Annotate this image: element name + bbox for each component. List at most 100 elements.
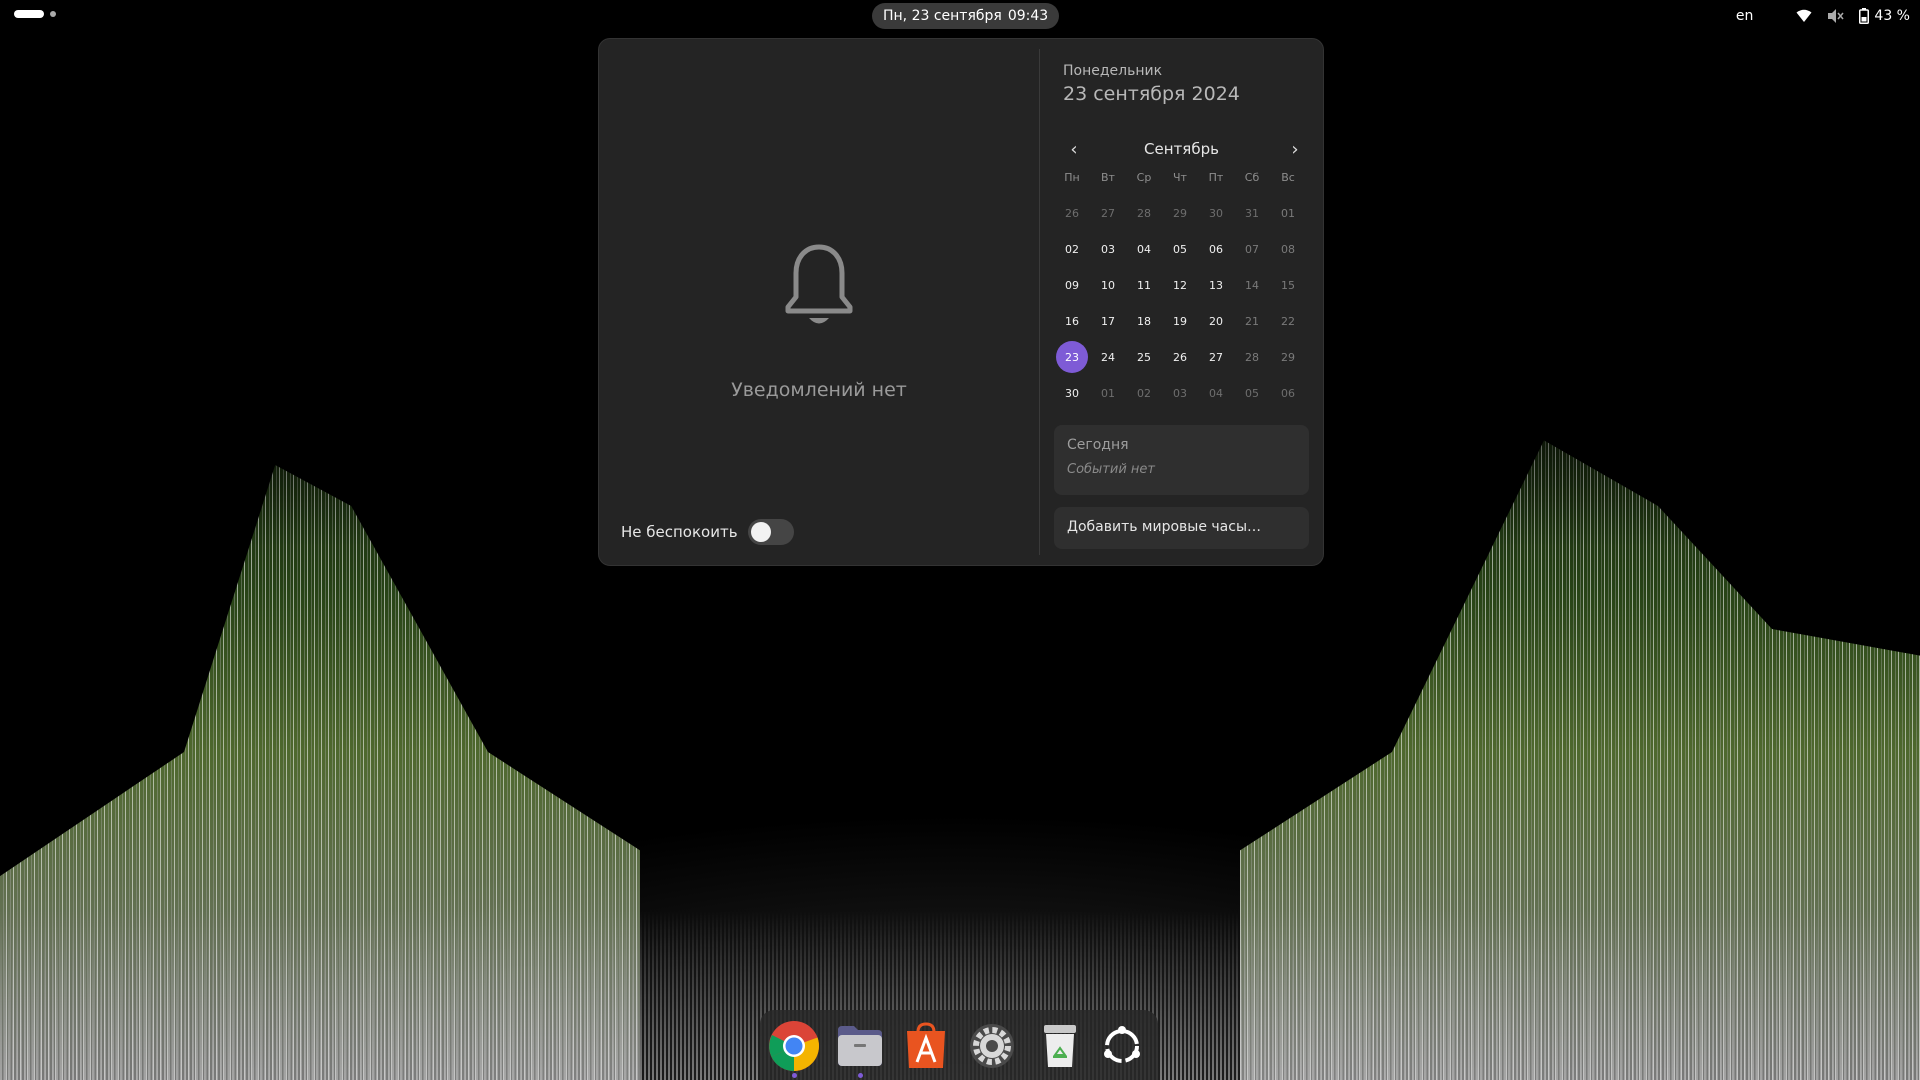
calendar-day-label: 04 — [1137, 242, 1151, 256]
calendar-day[interactable]: 05 — [1162, 231, 1198, 267]
calendar-day-label: 15 — [1281, 278, 1295, 292]
wifi-icon — [1795, 7, 1813, 25]
month-navigation: ‹ Сентябрь › — [1054, 135, 1309, 163]
calendar-day[interactable]: 25 — [1126, 339, 1162, 375]
calendar-day-label: 22 — [1281, 314, 1295, 328]
calendar-day[interactable]: 24 — [1090, 339, 1126, 375]
calendar-day[interactable]: 27 — [1090, 195, 1126, 231]
date-time-button[interactable]: Пн, 23 сентября 09:43 — [872, 3, 1060, 29]
dock — [760, 1010, 1158, 1080]
calendar-day[interactable]: 11 — [1126, 267, 1162, 303]
calendar-day-label: 27 — [1101, 206, 1115, 220]
no-notifications-text: Уведомлений нет — [731, 379, 907, 401]
calendar-day-label: 02 — [1137, 386, 1151, 400]
calendar-day[interactable]: 14 — [1234, 267, 1270, 303]
calendar-day[interactable]: 29 — [1270, 339, 1306, 375]
calendar-day-label: 06 — [1209, 242, 1223, 256]
calendar-day[interactable]: 04 — [1198, 375, 1234, 411]
calendar-day[interactable]: 06 — [1198, 231, 1234, 267]
calendar-day[interactable]: 09 — [1054, 267, 1090, 303]
events-title: Сегодня — [1067, 437, 1129, 453]
calendar-day[interactable]: 18 — [1126, 303, 1162, 339]
calendar-day[interactable]: 02 — [1054, 231, 1090, 267]
calendar-day[interactable]: 22 — [1270, 303, 1306, 339]
calendar-day[interactable]: 15 — [1270, 267, 1306, 303]
chrome-icon — [769, 1021, 819, 1071]
do-not-disturb-toggle[interactable] — [747, 519, 794, 545]
events-section[interactable]: Сегодня Событий нет — [1054, 425, 1309, 495]
calendar-day-label: 03 — [1173, 386, 1187, 400]
calendar-day-label: 27 — [1209, 350, 1223, 364]
calendar-day[interactable]: 26 — [1054, 195, 1090, 231]
calendar-day-label: 20 — [1209, 314, 1223, 328]
full-date-title[interactable]: 23 сентября 2024 — [1063, 83, 1240, 105]
calendar-day[interactable]: 06 — [1270, 375, 1306, 411]
dock-app-settings[interactable] — [964, 1018, 1020, 1074]
calendar-day[interactable]: 30 — [1198, 195, 1234, 231]
weekday-label: Вс — [1281, 171, 1295, 184]
calendar-day[interactable]: 20 — [1198, 303, 1234, 339]
calendar-day[interactable]: 10 — [1090, 267, 1126, 303]
calendar-week: 02 03 04 05 06 07 08 — [1054, 231, 1306, 267]
calendar-day[interactable]: 28 — [1234, 339, 1270, 375]
show-apps-button[interactable] — [1094, 1018, 1150, 1074]
calendar-day[interactable]: 30 — [1054, 375, 1090, 411]
calendar-day[interactable]: 01 — [1270, 195, 1306, 231]
add-world-clocks-button[interactable]: Добавить мировые часы… — [1054, 507, 1309, 549]
calendar-day[interactable]: 16 — [1054, 303, 1090, 339]
calendar-day[interactable]: 05 — [1234, 375, 1270, 411]
next-month-button[interactable]: › — [1281, 135, 1309, 163]
calendar-day[interactable]: 31 — [1234, 195, 1270, 231]
calendar-day-today[interactable]: 23 — [1054, 339, 1090, 375]
calendar-week: 30 01 02 03 04 05 06 — [1054, 375, 1306, 411]
dock-app-center[interactable] — [898, 1018, 954, 1074]
calendar-day[interactable]: 03 — [1090, 231, 1126, 267]
battery-percent: 43 % — [1874, 8, 1910, 24]
calendar-day[interactable]: 19 — [1162, 303, 1198, 339]
calendar-day-label: 08 — [1281, 242, 1295, 256]
calendar-day-label: 23 — [1056, 341, 1088, 373]
weekday-label: Чт — [1173, 171, 1187, 184]
calendar-day[interactable]: 21 — [1234, 303, 1270, 339]
top-bar: Пн, 23 сентября 09:43 en 43 % — [0, 0, 1920, 32]
chevron-right-icon: › — [1291, 138, 1299, 160]
calendar-day-label: 11 — [1137, 278, 1151, 292]
calendar-day-label: 02 — [1065, 242, 1079, 256]
calendar-day-label: 06 — [1281, 386, 1295, 400]
keyboard-layout-indicator[interactable]: en — [1736, 8, 1754, 24]
calendar-day[interactable]: 08 — [1270, 231, 1306, 267]
calendar-day[interactable]: 29 — [1162, 195, 1198, 231]
calendar-day[interactable]: 02 — [1126, 375, 1162, 411]
calendar-day-label: 16 — [1065, 314, 1079, 328]
dock-app-files[interactable] — [832, 1018, 888, 1078]
activities-button[interactable] — [14, 10, 56, 18]
weekday-label: Ср — [1136, 171, 1152, 184]
running-indicator — [792, 1073, 797, 1078]
calendar-day[interactable]: 17 — [1090, 303, 1126, 339]
calendar-day[interactable]: 13 — [1198, 267, 1234, 303]
weekday-label: Пт — [1208, 171, 1224, 184]
bell-icon — [785, 244, 853, 324]
system-tray[interactable]: en 43 % — [1736, 0, 1910, 32]
weekday-label: Вт — [1101, 171, 1115, 184]
weekday-title[interactable]: Понедельник — [1063, 63, 1162, 79]
calendar-day-label: 24 — [1101, 350, 1115, 364]
calendar-day[interactable]: 07 — [1234, 231, 1270, 267]
calendar-day[interactable]: 01 — [1090, 375, 1126, 411]
calendar-day-label: 12 — [1173, 278, 1187, 292]
calendar-day[interactable]: 12 — [1162, 267, 1198, 303]
calendar-day[interactable]: 26 — [1162, 339, 1198, 375]
no-events-text: Событий нет — [1067, 462, 1155, 477]
calendar-week: 26 27 28 29 30 31 01 — [1054, 195, 1306, 231]
app-center-icon — [907, 1022, 945, 1068]
do-not-disturb-row: Не беспокоить — [621, 519, 794, 545]
running-indicator — [858, 1073, 863, 1078]
calendar-day-label: 29 — [1281, 350, 1295, 364]
calendar-day[interactable]: 27 — [1198, 339, 1234, 375]
date-menu-popover: Уведомлений нет Не беспокоить Понедельни… — [598, 38, 1324, 566]
calendar-day[interactable]: 03 — [1162, 375, 1198, 411]
calendar-day[interactable]: 28 — [1126, 195, 1162, 231]
dock-trash[interactable] — [1032, 1018, 1088, 1074]
dock-app-chrome[interactable] — [766, 1018, 822, 1078]
calendar-day[interactable]: 04 — [1126, 231, 1162, 267]
